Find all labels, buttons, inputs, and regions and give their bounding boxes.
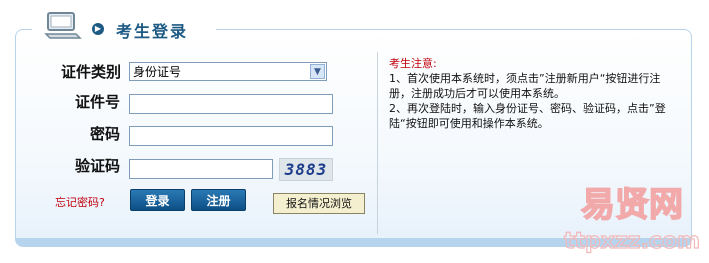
captcha-label: 验证码 [75,157,121,175]
browse-registration-button[interactable]: 报名情况浏览 [273,193,365,214]
forgot-password-link[interactable]: 忘记密码? [55,194,105,210]
id-type-label: 证件类别 [61,63,122,81]
page-title: 考生登录 [116,22,189,41]
notice-line-1: 1、首次使用本系统时，须点击”注册新用户“按钮进行注册，注册成功后才可以使用本系… [389,72,661,100]
id-number-label: 证件号 [75,93,121,111]
arrow-right-icon: ▶ [92,23,104,35]
watermark-sub: ttpxzz.com [564,229,700,254]
computer-icon [44,12,82,39]
captcha-image[interactable]: 3883 [279,158,333,181]
id-type-select[interactable]: 身份证号 ▼ [129,62,327,81]
password-label: 密码 [90,125,121,143]
password-input[interactable] [129,126,333,146]
notice-title: 考生注意: [389,57,437,70]
notice-line-2: 2、再次登陆时，输入身份证号、密码、验证码，点击”登陆“按钮即可使用和操作本系统… [389,102,666,130]
notice-box: 考生注意: 1、首次使用本系统时，须点击”注册新用户“按钮进行注册，注册成功后才… [389,56,679,131]
id-type-value: 身份证号 [133,65,182,79]
register-button[interactable]: 注册 [191,189,246,211]
divider [377,52,378,234]
watermark-main: 易贤网 [581,185,683,225]
watermark-logo: 易贤网 ttpxzz.com [563,184,700,254]
chevron-down-icon[interactable]: ▼ [310,64,325,79]
id-number-input[interactable] [129,94,333,114]
captcha-input[interactable] [129,159,273,179]
login-button[interactable]: 登录 [130,189,185,211]
